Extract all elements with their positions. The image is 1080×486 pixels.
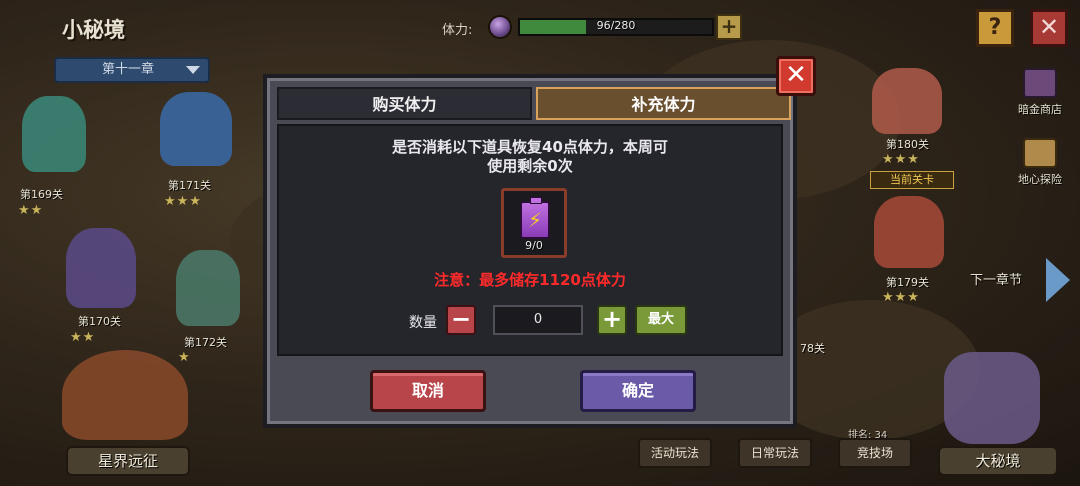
refill-panel: 是否消耗以下道具恢复40点体力，本周可 使用剩余0次 ⚡ 9/0 注意：最多储存…	[277, 124, 783, 356]
close-dialog-button[interactable]: ✕	[776, 56, 816, 96]
stage-boss-172[interactable]	[176, 250, 240, 326]
dialog-tabs: 购买体力 补充体力	[277, 87, 791, 120]
stage-stars-172: ★	[178, 350, 191, 365]
help-button[interactable]: ?	[976, 9, 1014, 47]
refill-message: 是否消耗以下道具恢复40点体力，本周可 使用剩余0次	[279, 138, 781, 176]
item-slot[interactable]: ⚡ 9/0	[501, 188, 567, 258]
stamina-dialog: 购买体力 补充体力 是否消耗以下道具恢复40点体力，本周可 使用剩余0次 ⚡ 9…	[263, 74, 797, 428]
stage-label-178: 78关	[800, 342, 825, 355]
stage-label-180: 第180关	[886, 138, 929, 151]
stage-label-172: 第172关	[184, 336, 227, 349]
stage-label-170: 第170关	[78, 315, 121, 328]
page-title: 小秘境	[62, 18, 125, 42]
stage-stars-180: ★★★	[882, 152, 920, 167]
next-chapter-arrow-icon[interactable]	[1046, 258, 1070, 302]
quantity-label: 数量	[409, 315, 437, 331]
activity-mode-button[interactable]: 活动玩法	[638, 438, 712, 468]
stage-label-169: 第169关	[20, 188, 63, 201]
stage-boss-169[interactable]	[22, 96, 86, 172]
stage-stars-179: ★★★	[882, 290, 920, 305]
stage-stars-169: ★★	[18, 203, 44, 218]
add-stamina-button[interactable]: +	[716, 14, 742, 40]
stage-stars-170: ★★	[70, 330, 96, 345]
decrease-quantity-button[interactable]: −	[446, 305, 476, 335]
dark-gold-shop-label: 暗金商店	[1018, 103, 1062, 116]
max-quantity-button[interactable]: 最大	[635, 305, 687, 335]
stamina-value: 96/280	[596, 19, 636, 32]
core-exploration-button[interactable]: 地心探险	[1012, 138, 1068, 187]
item-count: 9/0	[525, 239, 543, 252]
next-chapter-label: 下一章节	[970, 273, 1023, 288]
stage-boss-170[interactable]	[66, 228, 136, 308]
current-stage-badge: 当前关卡	[870, 171, 954, 189]
stage-boss-179[interactable]	[874, 196, 944, 268]
stamina-orb-icon	[488, 15, 512, 39]
storage-warning: 注意：最多储存1120点体力	[434, 271, 626, 289]
tab-refill-stamina[interactable]: 补充体力	[536, 87, 791, 120]
purple-battery-bolt-icon: ⚡	[520, 197, 550, 239]
great-secret-realm-button[interactable]: 大秘境	[938, 446, 1058, 476]
refill-message-line1: 是否消耗以下道具恢复40点体力，本周可	[392, 138, 668, 156]
star-expedition-button[interactable]: 星界远征	[66, 446, 190, 476]
daily-mode-button[interactable]: 日常玩法	[738, 438, 812, 468]
refill-message-line2: 使用剩余0次	[487, 157, 573, 175]
stage-boss-171[interactable]	[160, 92, 232, 166]
chevron-down-icon	[186, 66, 200, 74]
cancel-button[interactable]: 取消	[370, 370, 486, 412]
arena-button[interactable]: 竞技场	[838, 438, 912, 468]
stage-boss-180[interactable]	[872, 68, 942, 134]
close-page-button[interactable]: ✕	[1030, 9, 1068, 47]
stage-label-171: 第171关	[168, 179, 211, 192]
stamina-label: 体力:	[442, 23, 473, 38]
lightning-bolt-icon: ⚡	[528, 208, 543, 232]
dark-gold-shop-button[interactable]: 暗金商店	[1012, 68, 1068, 117]
chapter-select[interactable]: 第十一章	[54, 57, 210, 83]
treasure-chest-icon	[1023, 68, 1057, 98]
star-expedition-emblem[interactable]	[62, 350, 188, 440]
crystal-icon	[1023, 138, 1057, 168]
chapter-select-label: 第十一章	[102, 62, 155, 77]
confirm-button[interactable]: 确定	[580, 370, 696, 412]
great-secret-realm-portal[interactable]	[944, 352, 1040, 444]
core-exploration-label: 地心探险	[1018, 173, 1062, 186]
quantity-input[interactable]: 0	[493, 305, 583, 335]
stage-stars-171: ★★★	[164, 194, 202, 209]
increase-quantity-button[interactable]: +	[597, 305, 627, 335]
tab-buy-stamina[interactable]: 购买体力	[277, 87, 532, 120]
stamina-bar: 96/280	[518, 18, 714, 36]
stage-label-179: 第179关	[886, 276, 929, 289]
